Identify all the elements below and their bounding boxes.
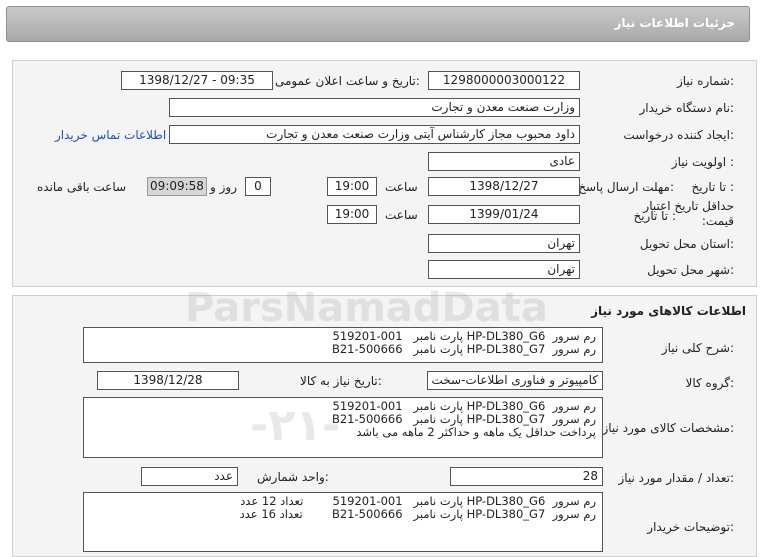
need-date-label: تاریخ نیاز به کالا:	[300, 374, 382, 388]
days-field[interactable]: 0	[245, 177, 271, 196]
remaining-time-field: 09:09:58	[147, 177, 207, 196]
city-field[interactable]: تهران	[428, 260, 580, 279]
need-number-label: شماره نیاز:	[676, 74, 734, 88]
buyer-org-label: نام دستگاه خریدار:	[639, 101, 735, 115]
validity-time-field[interactable]: 19:00	[327, 205, 377, 224]
need-date-field[interactable]: 1398/12/28	[97, 371, 239, 390]
deadline-time-field[interactable]: 19:00	[327, 177, 377, 196]
buyer-notes-field[interactable]: رم سرور HP-DL380_G6 پارت نامبر 001-51920…	[83, 492, 603, 552]
specs-field[interactable]: رم سرور HP-DL380_G6 پارت نامبر 001-51920…	[83, 397, 603, 458]
city-label: شهر محل تحویل:	[647, 263, 734, 277]
specs-label: مشخصات کالای مورد نیاز:	[602, 421, 734, 435]
group-field[interactable]: کامپیوتر و فناوری اطلاعات-سخت افزار	[427, 371, 603, 390]
deadline-date-field[interactable]: 1398/12/27	[428, 177, 580, 196]
creator-field[interactable]: داود محبوب مجاز کارشناس آیتی وزارت صنعت …	[169, 125, 580, 144]
buyer-contact-link[interactable]: اطلاعات تماس خریدار	[55, 128, 166, 142]
province-field[interactable]: تهران	[428, 234, 580, 253]
validity-to-date-label: تا تاریخ :	[633, 209, 676, 223]
group-label: گروه کالا:	[685, 376, 735, 390]
qty-field[interactable]: 28	[450, 467, 603, 486]
validity-date-field[interactable]: 1399/01/24	[428, 205, 580, 224]
buyer-org-field[interactable]: وزارت صنعت معدن و تجارت	[169, 98, 580, 117]
goods-section-title: اطلاعات کالاهای مورد نیاز	[591, 304, 746, 318]
unit-label: واحد شمارش:	[257, 470, 329, 484]
need-info-panel: شماره نیاز: 1298000003000122 تاریخ و ساع…	[12, 60, 757, 287]
priority-field[interactable]: عادی	[428, 152, 580, 171]
deadline-to-date-label: تا تاریخ :	[691, 180, 734, 194]
need-number-field[interactable]: 1298000003000122	[428, 71, 580, 90]
buyer-notes-label: توضیحات خریدار:	[647, 520, 734, 534]
province-label: استان محل تحویل:	[639, 237, 734, 251]
page-header: جزئیات اطلاعات نیاز	[6, 6, 750, 42]
page-title: جزئیات اطلاعات نیاز	[614, 16, 735, 30]
announce-label: تاریخ و ساعت اعلان عمومی:	[275, 74, 420, 88]
summary-field[interactable]: رم سرور HP-DL380_G6 پارت نامبر 001-51920…	[83, 327, 603, 363]
deadline-label: مهلت ارسال پاسخ:	[578, 180, 674, 194]
announce-field[interactable]: 1398/12/27 - 09:35	[121, 71, 273, 90]
priority-label: اولویت نیاز :	[671, 155, 734, 169]
days-label: روز و	[210, 180, 237, 194]
deadline-time-label: ساعت	[385, 180, 418, 194]
unit-field[interactable]: عدد	[141, 467, 238, 486]
goods-panel: اطلاعات کالاهای مورد نیاز شرح کلی نیاز: …	[12, 295, 757, 557]
creator-label: ایجاد کننده درخواست:	[623, 128, 734, 142]
qty-label: تعداد / مقدار مورد نیاز:	[618, 471, 734, 485]
validity-time-label: ساعت	[385, 208, 418, 222]
remaining-label: ساعت باقی مانده	[37, 180, 127, 194]
summary-label: شرح کلی نیاز:	[661, 341, 734, 355]
